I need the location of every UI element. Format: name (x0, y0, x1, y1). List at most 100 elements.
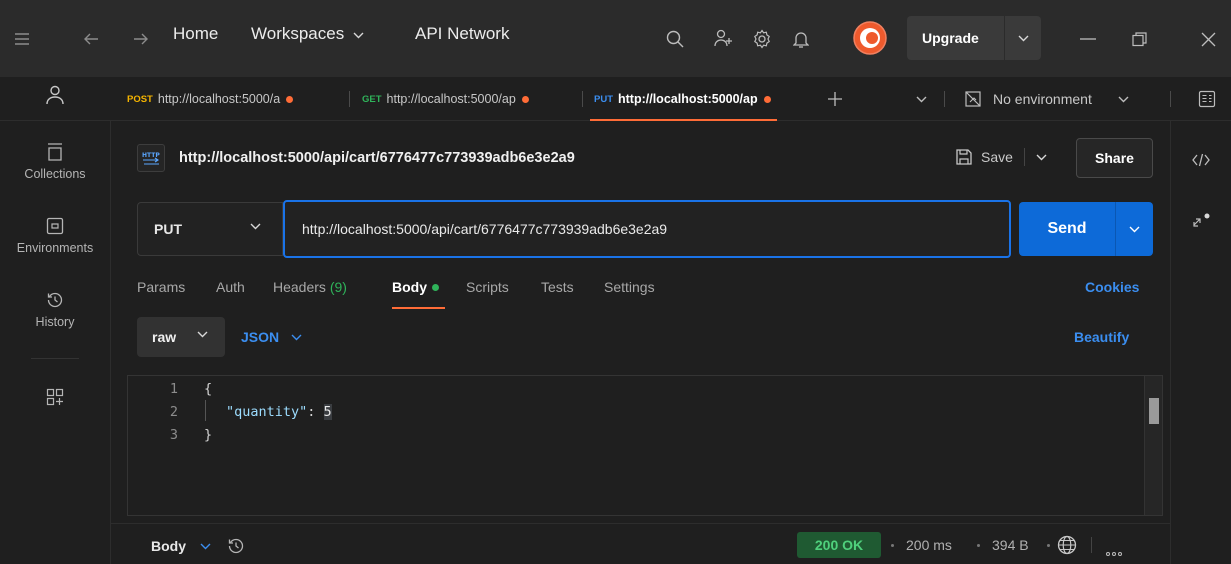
sidebar-item-collections[interactable]: Collections (0, 141, 110, 181)
nav-workspaces[interactable]: Workspaces (251, 24, 364, 44)
environment-quick-look-icon[interactable] (1192, 84, 1222, 114)
code-line: { (204, 381, 213, 397)
invite-user-icon[interactable] (709, 24, 739, 54)
body-code-editor[interactable]: 1 2 3 { "quantity": 5 } (127, 375, 1163, 516)
avatar[interactable] (852, 20, 888, 56)
nav-api-network[interactable]: API Network (415, 24, 509, 44)
minimize-icon[interactable] (1073, 24, 1103, 54)
save-divider (1023, 148, 1025, 166)
chevron-down-icon[interactable] (1005, 35, 1041, 42)
svg-text:HTTP: HTTP (142, 152, 160, 159)
sidebar-item-label: History (35, 315, 75, 329)
request-title: HTTP http://localhost:5000/api/cart/6776… (137, 143, 575, 173)
environment-selector[interactable]: No environment (965, 77, 1129, 121)
chevron-down-icon (197, 331, 208, 338)
status-badge[interactable]: 200 OK (797, 532, 881, 558)
globe-icon[interactable] (1057, 535, 1077, 558)
tab-tests[interactable]: Tests (541, 279, 574, 295)
related-collections-icon[interactable] (1186, 207, 1216, 237)
sidebar-item-environments[interactable]: Environments (0, 215, 110, 255)
chevron-down-icon[interactable] (1116, 226, 1153, 233)
sidebar-item-label: Collections (24, 167, 86, 181)
title-bar: Home Workspaces API Network Upgrade (0, 0, 1231, 77)
chevron-down-icon[interactable] (906, 84, 936, 114)
account-icon[interactable] (0, 84, 110, 110)
editor-scrollbar[interactable] (1144, 376, 1162, 515)
response-body-select[interactable]: Body (151, 537, 245, 555)
request-tabs-bar: POST http://localhost:5000/a GET http://… (0, 77, 1231, 121)
unsaved-dot (521, 95, 529, 103)
sidebar-item-label: Environments (16, 241, 94, 255)
tab-divider (349, 91, 350, 107)
notification-bell-icon[interactable] (786, 24, 816, 54)
close-icon[interactable] (1193, 24, 1223, 54)
upgrade-button[interactable]: Upgrade (907, 16, 1041, 60)
body-type-select[interactable]: raw (137, 317, 225, 357)
separator-dot (1047, 544, 1050, 547)
headers-count: (9) (329, 279, 347, 295)
restore-window-icon[interactable] (1124, 24, 1154, 54)
line-number: 1 (169, 381, 178, 397)
separator-dot (891, 544, 894, 547)
http-method-select[interactable]: PUT (137, 202, 283, 256)
send-button[interactable]: Send (1019, 202, 1153, 256)
tab-params[interactable]: Params (137, 279, 185, 295)
tab-body[interactable]: Body (392, 279, 439, 295)
sidebar-item-configure[interactable] (0, 386, 110, 412)
plus-icon[interactable] (820, 84, 850, 114)
response-body-label: Body (151, 538, 186, 554)
body-active-dot (432, 284, 439, 291)
tab-post-request[interactable]: POST http://localhost:5000/a (127, 77, 294, 121)
add-workbench-icon (44, 386, 66, 408)
history-icon[interactable] (227, 537, 245, 555)
save-label: Save (981, 149, 1013, 165)
tab-get-request[interactable]: GET http://localhost:5000/ap (362, 77, 529, 121)
chevron-down-icon[interactable] (1036, 154, 1047, 161)
active-tab-underline (392, 307, 445, 309)
forward-arrow-icon[interactable] (126, 24, 156, 54)
json-key: "quantity" (226, 404, 308, 420)
search-icon[interactable] (660, 24, 690, 54)
save-button[interactable]: Save (955, 148, 1047, 166)
nav-home[interactable]: Home (173, 24, 218, 44)
cookies-link[interactable]: Cookies (1085, 279, 1139, 295)
tab-headers[interactable]: Headers (9) (273, 279, 347, 295)
code-icon[interactable] (1186, 145, 1216, 175)
code-line: "quantity": 5 (226, 404, 332, 420)
http-icon: HTTP (137, 144, 165, 172)
response-divider (1091, 537, 1092, 553)
chevron-down-icon (1118, 96, 1129, 102)
back-arrow-icon[interactable] (76, 24, 106, 54)
tab-scripts[interactable]: Scripts (466, 279, 509, 295)
json-colon: : (307, 404, 324, 420)
share-button[interactable]: Share (1076, 138, 1153, 178)
tab-divider (582, 91, 583, 107)
tab-put-request[interactable]: PUT http://localhost:5000/ap (590, 77, 777, 121)
menu-icon[interactable] (7, 24, 37, 54)
response-size[interactable]: 394 B (992, 537, 1029, 553)
request-url-input[interactable]: http://localhost:5000/api/cart/6776477c7… (283, 200, 1011, 258)
body-format-select[interactable]: JSON (241, 329, 302, 345)
beautify-button[interactable]: Beautify (1074, 329, 1129, 345)
tab-auth[interactable]: Auth (216, 279, 245, 295)
nav-workspaces-label: Workspaces (251, 24, 345, 43)
unsaved-dot (286, 95, 294, 103)
sidebar-divider (31, 358, 79, 359)
line-number: 3 (169, 427, 178, 443)
save-icon (956, 149, 972, 165)
body-format-label: JSON (241, 329, 280, 345)
separator-dot (977, 544, 980, 547)
unsaved-dot (763, 95, 771, 103)
chevron-down-icon (250, 223, 261, 230)
tab-divider (1170, 91, 1171, 107)
response-bar: Body 200 OK 200 ms 394 B (111, 523, 1170, 564)
http-method-label: PUT (154, 221, 182, 237)
tab-settings[interactable]: Settings (604, 279, 655, 295)
settings-gear-icon[interactable] (747, 24, 777, 54)
scrollbar-thumb[interactable] (1149, 398, 1159, 424)
user-icon (44, 84, 66, 106)
tab-url: http://localhost:5000/ap (386, 92, 516, 106)
more-options-icon[interactable] (1106, 543, 1122, 559)
sidebar-item-history[interactable]: History (0, 289, 110, 329)
response-time[interactable]: 200 ms (906, 537, 952, 553)
